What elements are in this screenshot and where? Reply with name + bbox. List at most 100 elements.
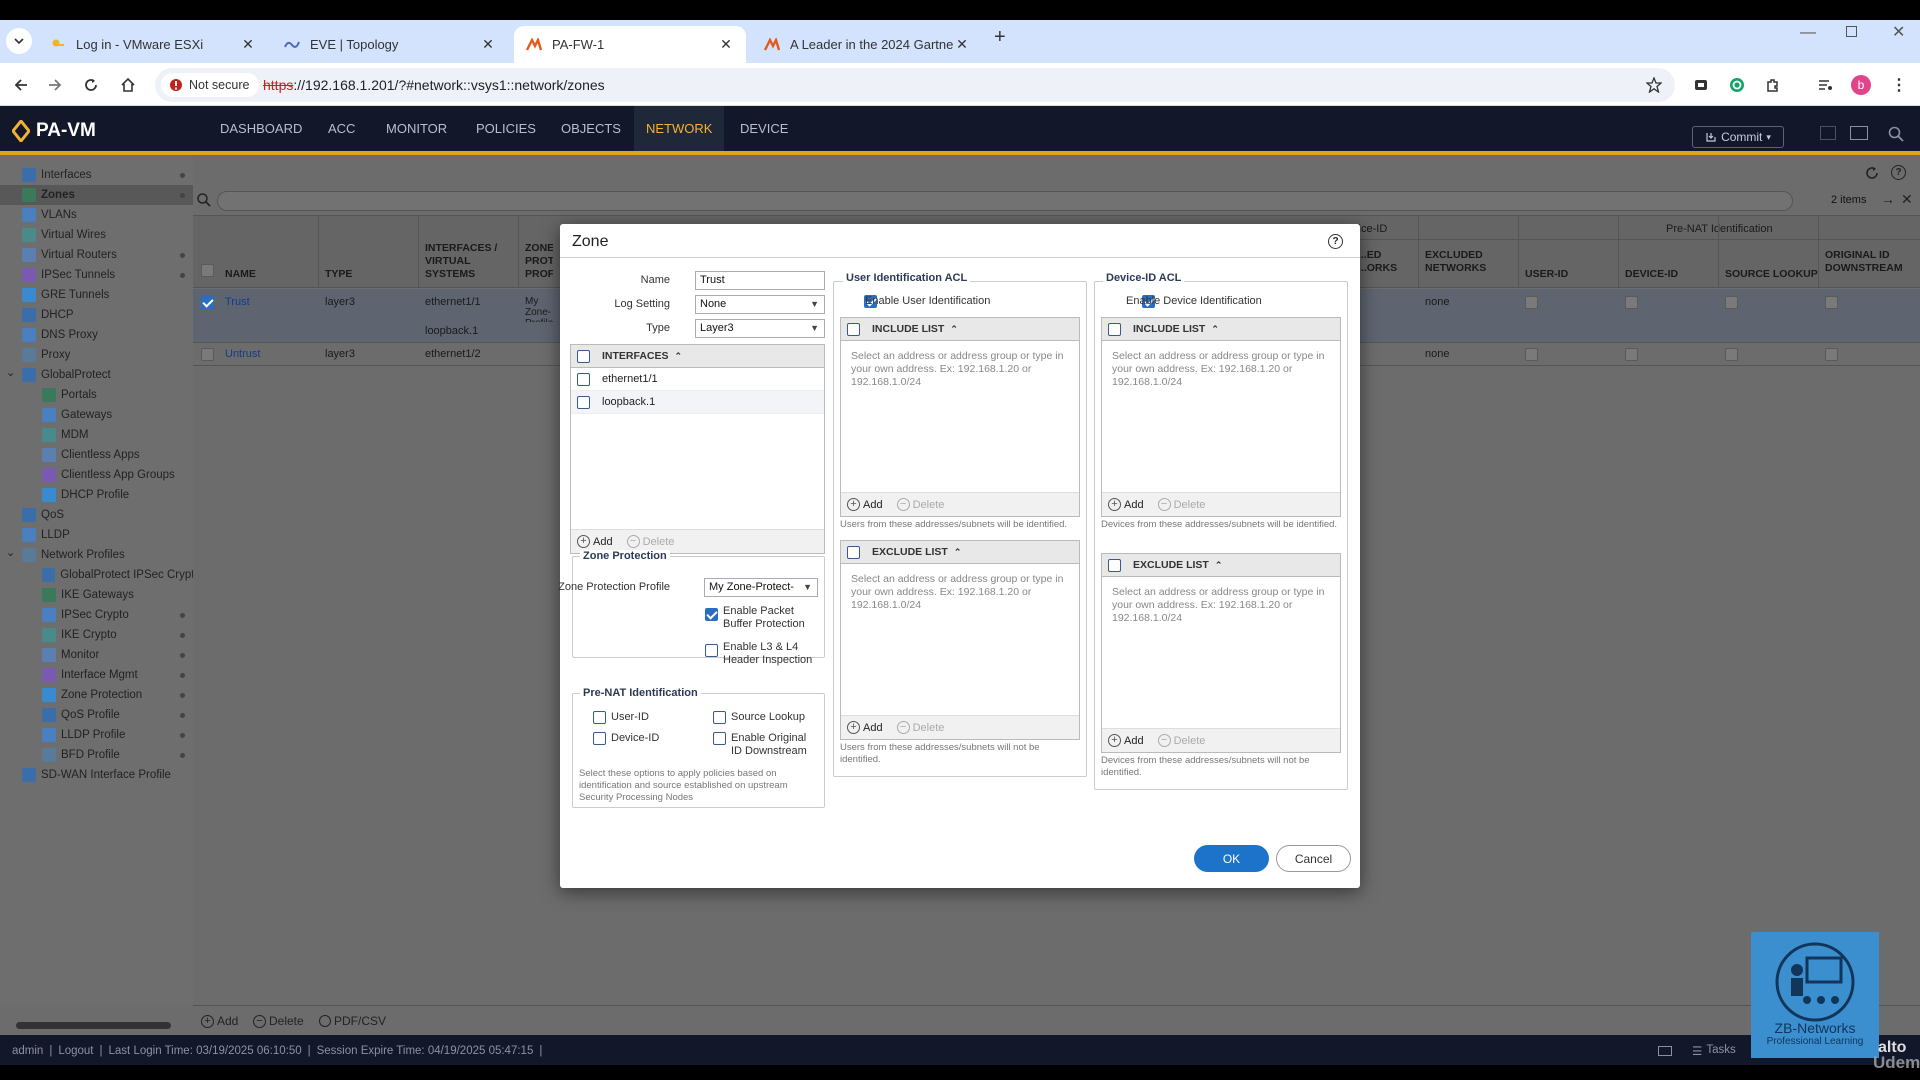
chevron-up-icon[interactable]: ⌃: [675, 351, 683, 362]
tab-gartner[interactable]: A Leader in the 2024 Gartner M ✕: [752, 26, 982, 63]
help-icon[interactable]: ?: [1891, 165, 1906, 180]
select-all-checkbox[interactable]: [1108, 322, 1121, 336]
sidebar-item-dhcp-profile[interactable]: DHCP Profile: [0, 485, 193, 505]
tab-pa-fw-1[interactable]: PA-FW-1 ✕: [514, 26, 746, 63]
col-name[interactable]: NAME: [225, 268, 256, 281]
security-chip[interactable]: Not secure: [161, 73, 260, 97]
logout-link[interactable]: Logout: [58, 1045, 93, 1057]
add-button[interactable]: + Add: [847, 498, 883, 511]
sidebar-item-network-profiles[interactable]: Network Profiles ⌄: [0, 545, 193, 565]
chevron-up-icon[interactable]: ⌃: [954, 547, 962, 558]
sidebar-item-proxy[interactable]: Proxy: [0, 345, 193, 365]
sidebar-item-dns-proxy[interactable]: DNS Proxy: [0, 325, 193, 345]
type-select[interactable]: Layer3 ▼: [695, 319, 825, 338]
sidebar-item-lldp-profile[interactable]: LLDP Profile: [0, 725, 193, 745]
row-checkbox[interactable]: [577, 395, 590, 409]
omnibox[interactable]: Not secure https://192.168.1.201/?#netwo…: [155, 68, 1675, 102]
sidebar-item-clientless-apps[interactable]: Clientless Apps: [0, 445, 193, 465]
save-config-icon[interactable]: [1850, 126, 1868, 140]
new-tab-button[interactable]: +: [994, 26, 1006, 49]
prenat-origid-checkbox[interactable]: [713, 732, 726, 745]
select-all-checkbox[interactable]: [201, 264, 214, 277]
sidebar-item-gateways[interactable]: Gateways: [0, 405, 193, 425]
nav-device[interactable]: DEVICE: [736, 106, 792, 151]
sidebar-item-interface-mgmt[interactable]: Interface Mgmt: [0, 665, 193, 685]
forward-button[interactable]: [42, 72, 68, 98]
sidebar-item-lldp[interactable]: LLDP: [0, 525, 193, 545]
sidebar-item-monitor[interactable]: Monitor: [0, 645, 193, 665]
chevron-up-icon[interactable]: ⌃: [950, 324, 958, 335]
delete-button[interactable]: − Delete: [896, 498, 944, 511]
select-all-checkbox[interactable]: [577, 349, 590, 363]
row-checkbox[interactable]: [201, 296, 214, 309]
tab-esxi[interactable]: Log in - VMware ESXi ✕: [38, 26, 268, 63]
tab-search-button[interactable]: [6, 28, 32, 54]
minimize-icon[interactable]: —: [1800, 24, 1816, 42]
zone-name-link[interactable]: Untrust: [225, 348, 260, 360]
nav-policies[interactable]: POLICIES: [472, 106, 540, 151]
home-button[interactable]: [115, 72, 141, 98]
col-included-networks[interactable]: ...ED ...ORKS: [1358, 249, 1406, 275]
select-all-checkbox[interactable]: [847, 322, 860, 336]
list-item[interactable]: loopback.1: [571, 391, 824, 414]
sidebar-item-qos[interactable]: QoS: [0, 505, 193, 525]
close-icon[interactable]: ✕: [240, 36, 256, 53]
sidebar-item-portals[interactable]: Portals: [0, 385, 193, 405]
grammarly-icon[interactable]: [1724, 72, 1750, 98]
filter-input[interactable]: [217, 191, 1793, 211]
select-all-checkbox[interactable]: [1108, 558, 1121, 572]
sidebar-item-vlans[interactable]: VLANs: [0, 205, 193, 225]
uid-include-placeholder[interactable]: Select an address or address group or ty…: [851, 350, 1071, 389]
profile-avatar[interactable]: b: [1848, 72, 1874, 98]
help-icon[interactable]: ?: [1328, 234, 1343, 249]
delete-button[interactable]: − Delete: [1157, 498, 1205, 511]
more-menu-icon[interactable]: ⋮: [1886, 72, 1912, 98]
sidebar-item-globalprotect-ipsec-crypto[interactable]: GlobalProtect IPSec Crypto: [0, 565, 193, 585]
name-input[interactable]: Trust: [695, 271, 825, 290]
mail-icon[interactable]: [1658, 1046, 1672, 1056]
col-user-id[interactable]: USER-ID: [1525, 268, 1568, 281]
col-excluded-networks[interactable]: EXCLUDED NETWORKS: [1425, 249, 1505, 275]
sidebar-item-sd-wan-interface-profile[interactable]: SD-WAN Interface Profile: [0, 765, 193, 785]
status-user[interactable]: admin: [12, 1045, 43, 1057]
close-icon[interactable]: ✕: [718, 36, 734, 53]
sidebar-hscrollbar[interactable]: [16, 1022, 171, 1029]
sidebar-item-ipsec-crypto[interactable]: IPSec Crypto: [0, 605, 193, 625]
chevron-up-icon[interactable]: ⌃: [1211, 324, 1219, 335]
col-source-lookup[interactable]: SOURCE LOOKUP: [1725, 268, 1818, 281]
sidebar-item-zone-protection[interactable]: Zone Protection: [0, 685, 193, 705]
enable-l3l4-checkbox[interactable]: [705, 644, 718, 657]
sidebar-item-zones[interactable]: Zones: [0, 185, 193, 205]
nav-network[interactable]: NETWORK: [634, 106, 725, 151]
col-device-id[interactable]: DEVICE-ID: [1625, 268, 1678, 281]
col-interfaces[interactable]: INTERFACES / VIRTUAL SYSTEMS: [425, 242, 505, 281]
sidebar-item-virtual-routers[interactable]: Virtual Routers: [0, 245, 193, 265]
sidebar-item-dhcp[interactable]: DHCP: [0, 305, 193, 325]
star-icon[interactable]: [1646, 77, 1662, 93]
sidebar-item-globalprotect[interactable]: GlobalProtect ⌄: [0, 365, 193, 385]
select-all-checkbox[interactable]: [847, 545, 860, 559]
restore-icon[interactable]: [1846, 26, 1857, 37]
sidebar-item-ike-crypto[interactable]: IKE Crypto: [0, 625, 193, 645]
col-zone-protection[interactable]: ZONE PROTECTION PROFILE: [525, 242, 553, 282]
search-icon[interactable]: [1888, 126, 1904, 142]
media-icon[interactable]: [1812, 72, 1838, 98]
close-icon[interactable]: ✕: [954, 36, 970, 53]
sidebar-item-bfd-profile[interactable]: BFD Profile: [0, 745, 193, 765]
add-button[interactable]: + Add: [1108, 498, 1144, 511]
tasks-button[interactable]: ☰ Tasks: [1692, 1044, 1736, 1058]
url-text[interactable]: https://192.168.1.201/?#network::vsys1::…: [263, 77, 605, 93]
add-button[interactable]: + Add: [201, 1014, 238, 1028]
sidebar-item-gre-tunnels[interactable]: GRE Tunnels: [0, 285, 193, 305]
reload-button[interactable]: [78, 72, 104, 98]
commit-button[interactable]: Commit ▾: [1692, 126, 1784, 148]
chevron-down-icon[interactable]: ⌄: [6, 546, 15, 559]
add-button[interactable]: + Add: [577, 535, 613, 548]
enable-packet-buffer-checkbox[interactable]: [705, 608, 718, 621]
did-include-placeholder[interactable]: Select an address or address group or ty…: [1112, 350, 1332, 389]
delete-button[interactable]: − Delete: [1157, 734, 1205, 747]
prenat-sourcelookup-checkbox[interactable]: [713, 711, 726, 724]
add-button[interactable]: + Add: [1108, 734, 1144, 747]
pdf-csv-button[interactable]: PDF/CSV: [319, 1014, 386, 1028]
list-item[interactable]: ethernet1/1: [571, 368, 824, 391]
